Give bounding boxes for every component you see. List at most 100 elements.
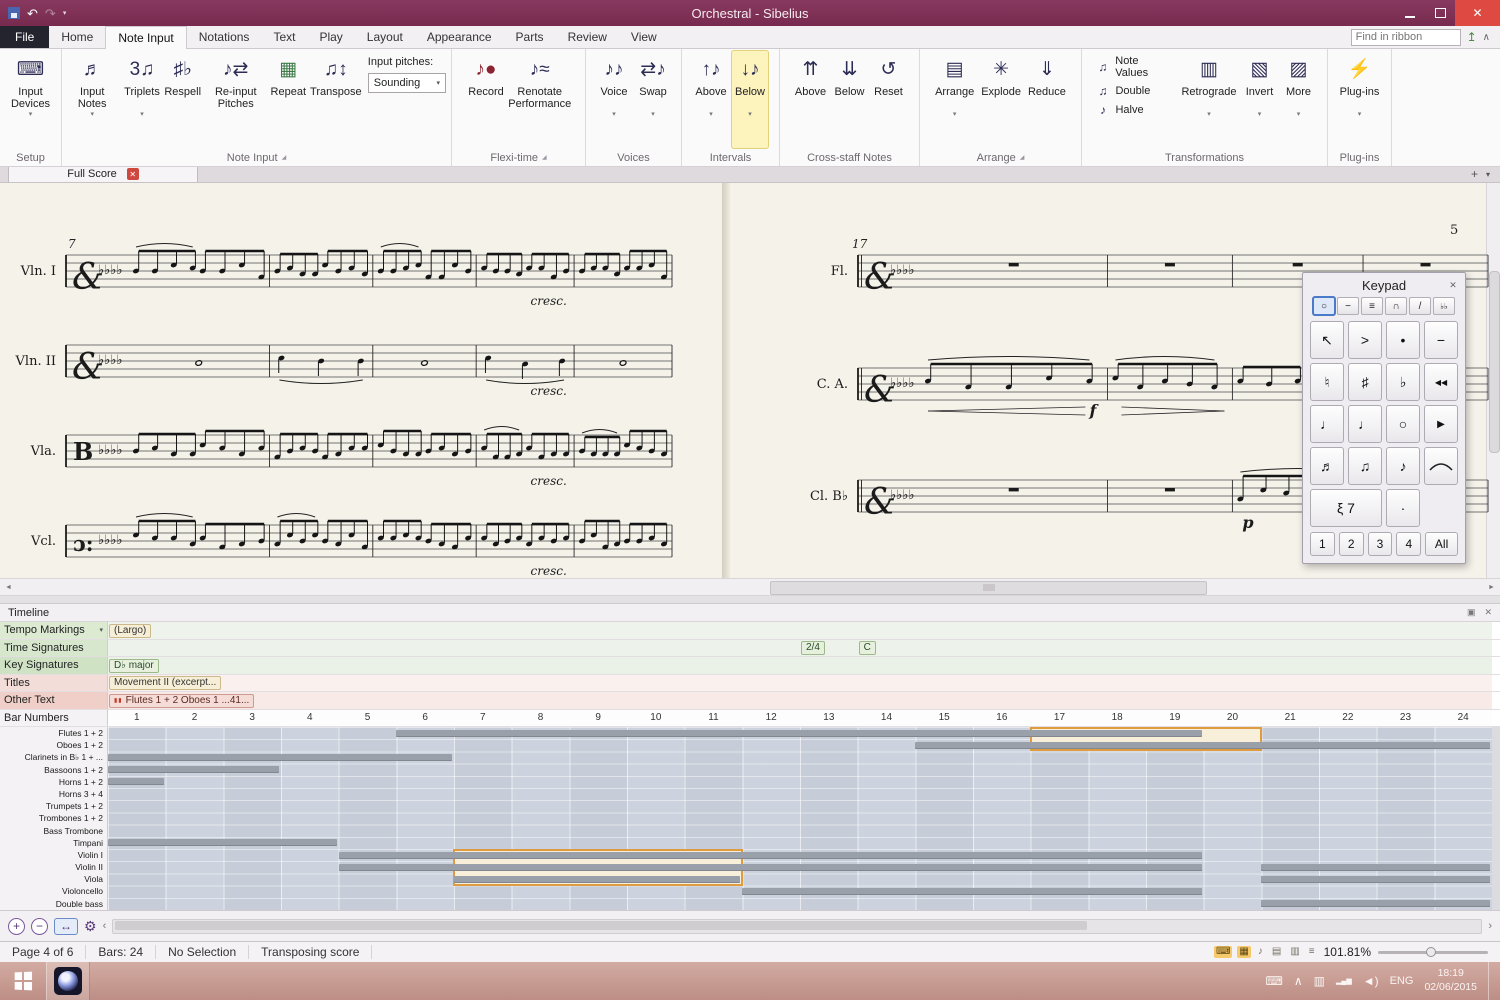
explode-button[interactable]: ✳ Explode	[978, 50, 1024, 149]
tab-parts[interactable]: Parts	[504, 26, 556, 48]
timeline-chip[interactable]: C	[858, 641, 876, 655]
tab-list-icon[interactable]: ▾	[1486, 170, 1490, 179]
start-button[interactable]	[0, 962, 46, 1000]
cross-staff-reset-button[interactable]: ↺ Reset	[870, 50, 908, 149]
input-notes-button[interactable]: ♬ Input Notes ▾	[63, 50, 121, 149]
keypad-tenuto-button[interactable]: −	[1424, 321, 1458, 359]
renotate-performance-button[interactable]: ♪≈ Renotate Performance	[508, 50, 572, 149]
panels-toggle[interactable]: ▦	[1237, 946, 1251, 958]
tab-play[interactable]: Play	[307, 26, 354, 48]
staff-system-vln-ii[interactable]: Vln. II &♭♭♭♭cresc.	[0, 323, 722, 419]
keypad-natural-button[interactable]: ♮	[1310, 363, 1344, 401]
more-button[interactable]: ▨ More ▾	[1280, 50, 1318, 149]
keypad-whole-note-button[interactable]: ○	[1386, 405, 1420, 443]
staff-system-vcl[interactable]: Vcl. ɔ: ♭♭♭♭ cresc.	[0, 503, 722, 578]
clock[interactable]: 18:19 02/06/2015	[1424, 967, 1477, 994]
close-tab-icon[interactable]: ✕	[126, 168, 139, 180]
keypad-staccato-button[interactable]: •	[1386, 321, 1420, 359]
keypad-tab-common-notes[interactable]: ○	[1313, 297, 1335, 315]
record-button[interactable]: ♪● Record	[465, 50, 506, 149]
keypad-quarter-note-button[interactable]: ♩	[1310, 405, 1344, 443]
mixer-toggle[interactable]: ▤	[1270, 946, 1283, 958]
timeline-segment[interactable]	[1261, 863, 1490, 871]
close-icon[interactable]: ✕	[1446, 278, 1460, 292]
new-tab-icon[interactable]: +	[1471, 167, 1478, 181]
keypad-eighth-note-button[interactable]: ♫	[1348, 447, 1382, 485]
timeline-segment[interactable]	[742, 888, 1202, 896]
keypad-play-button[interactable]: ▶	[1424, 405, 1458, 443]
interval-above-button[interactable]: ↑♪ Above ▾	[692, 50, 730, 149]
pan-tool-button[interactable]: ↔	[54, 917, 78, 935]
quick-access-dropdown-icon[interactable]: ▾	[63, 9, 67, 17]
voice-button[interactable]: ♪♪ Voice ▾	[595, 50, 633, 149]
scrollbar-thumb[interactable]	[770, 581, 1207, 595]
double-button[interactable]: ♫ Double	[1095, 84, 1173, 98]
interval-below-button[interactable]: ↓♪ Below ▾	[731, 50, 769, 149]
keypad-tab-accidentals[interactable]: ♭♭	[1433, 297, 1455, 315]
timeline-segment[interactable]	[338, 851, 1202, 859]
keypad-toggle[interactable]: ⌨	[1213, 946, 1233, 958]
timeline-segment[interactable]	[1261, 875, 1490, 883]
timeline-settings-gear-icon[interactable]: ⚙	[84, 918, 97, 935]
timeline-segment[interactable]	[1261, 900, 1490, 908]
redo-icon[interactable]: ↷	[45, 7, 56, 20]
timeline-chip[interactable]: D♭ major	[109, 658, 159, 673]
repeat-button[interactable]: ▦ Repeat	[269, 50, 308, 149]
keypad-2-button[interactable]: 2	[1338, 532, 1364, 556]
tab-file[interactable]: File	[0, 26, 50, 48]
reduce-button[interactable]: ⇓ Reduce	[1025, 50, 1069, 149]
keypad-blank-button[interactable]	[1424, 489, 1458, 527]
export-icon[interactable]: ↥	[1467, 30, 1477, 44]
tab-review[interactable]: Review	[556, 26, 619, 48]
arrange-button[interactable]: ▤ Arrange ▾	[932, 50, 977, 149]
timeline-segment[interactable]	[108, 778, 164, 786]
cross-staff-above-button[interactable]: ⇈ Above	[792, 50, 830, 149]
timeline-chip[interactable]: 2/4	[801, 641, 825, 655]
tab-notations[interactable]: Notations	[187, 26, 262, 48]
invert-button[interactable]: ▧ Invert ▾	[1241, 50, 1279, 149]
splitter-handle[interactable]	[0, 596, 1500, 604]
staff-system-vla[interactable]: Vla. B ♭♭♭♭ cresc.	[0, 413, 722, 509]
playback-toggle[interactable]: ♪	[1256, 946, 1265, 958]
cross-staff-below-button[interactable]: ⇊ Below	[831, 50, 869, 149]
keypad-sharp-button[interactable]: ♯	[1348, 363, 1382, 401]
keypad-rhythm-dot-button[interactable]: ·	[1386, 489, 1420, 527]
status-page[interactable]: Page 4 of 6	[0, 945, 87, 959]
views-toggle[interactable]: ≡	[1307, 946, 1317, 958]
keypad-tab-more-notes[interactable]: −	[1337, 297, 1359, 315]
close-button[interactable]: ✕	[1455, 0, 1500, 26]
keypad-tab-beams[interactable]: ≡	[1361, 297, 1383, 315]
keypad-sixteenth-note-button[interactable]: ♬	[1310, 447, 1344, 485]
timeline-segment[interactable]	[108, 753, 452, 761]
keypad-3-button[interactable]: 3	[1367, 532, 1393, 556]
plug-ins-button[interactable]: ⚡ Plug-ins ▾	[1337, 50, 1383, 149]
input-devices-button[interactable]: ⌨ Input Devices ▾	[1, 50, 60, 149]
timeline-segment[interactable]	[338, 863, 1202, 871]
dock-panel-icon[interactable]: ▣	[1467, 607, 1476, 618]
dialog-launcher-icon[interactable]: ◢	[1020, 154, 1025, 161]
tab-note-input[interactable]: Note Input	[105, 26, 187, 49]
keypad-tie-button[interactable]	[1424, 447, 1458, 485]
network-icon[interactable]: ▂▄▆	[1336, 978, 1352, 985]
timeline-grid[interactable]	[108, 727, 1492, 910]
keypad-half-note-button[interactable]: ♩	[1348, 405, 1382, 443]
timeline-chip[interactable]: Movement II (excerpt...	[109, 676, 222, 690]
score-area[interactable]: 7 17 5 Keypad ✕ ○ − ≡ ∩ / ♭♭ ↖ > • − ♮ ♯ ♭ ◀◀ ♩ ♩ ○ ▶ ♬ ♫ ♪…	[0, 183, 1500, 578]
scroll-right-icon[interactable]: ►	[1483, 579, 1500, 595]
zoom-out-button[interactable]: −	[31, 917, 48, 935]
note-values-button[interactable]: ♫ Note Values	[1095, 55, 1173, 79]
display-icon[interactable]: ▥	[1314, 975, 1325, 987]
timeline-chip[interactable]: ▮▮ Flutes 1 + 2 Oboes 1 ...41...	[109, 693, 255, 708]
taskbar-sibelius-icon[interactable]	[46, 962, 90, 1000]
keypad-rewind-button[interactable]: ◀◀	[1424, 363, 1458, 401]
keypad-flat-button[interactable]: ♭	[1386, 363, 1420, 401]
ideas-toggle[interactable]: ▥	[1288, 946, 1301, 958]
timeline-scrollbar[interactable]	[112, 918, 1483, 934]
find-in-ribbon-input[interactable]	[1350, 28, 1461, 46]
input-pitches-select[interactable]: Sounding ▾	[367, 73, 446, 93]
respell-button[interactable]: ♯♭ Respell	[163, 50, 203, 149]
tab-appearance[interactable]: Appearance	[415, 26, 504, 48]
language-indicator[interactable]: ENG	[1390, 975, 1414, 987]
timeline-chip[interactable]: (Largo)	[109, 623, 152, 638]
horizontal-scrollbar[interactable]: ◄ ►	[0, 578, 1500, 596]
